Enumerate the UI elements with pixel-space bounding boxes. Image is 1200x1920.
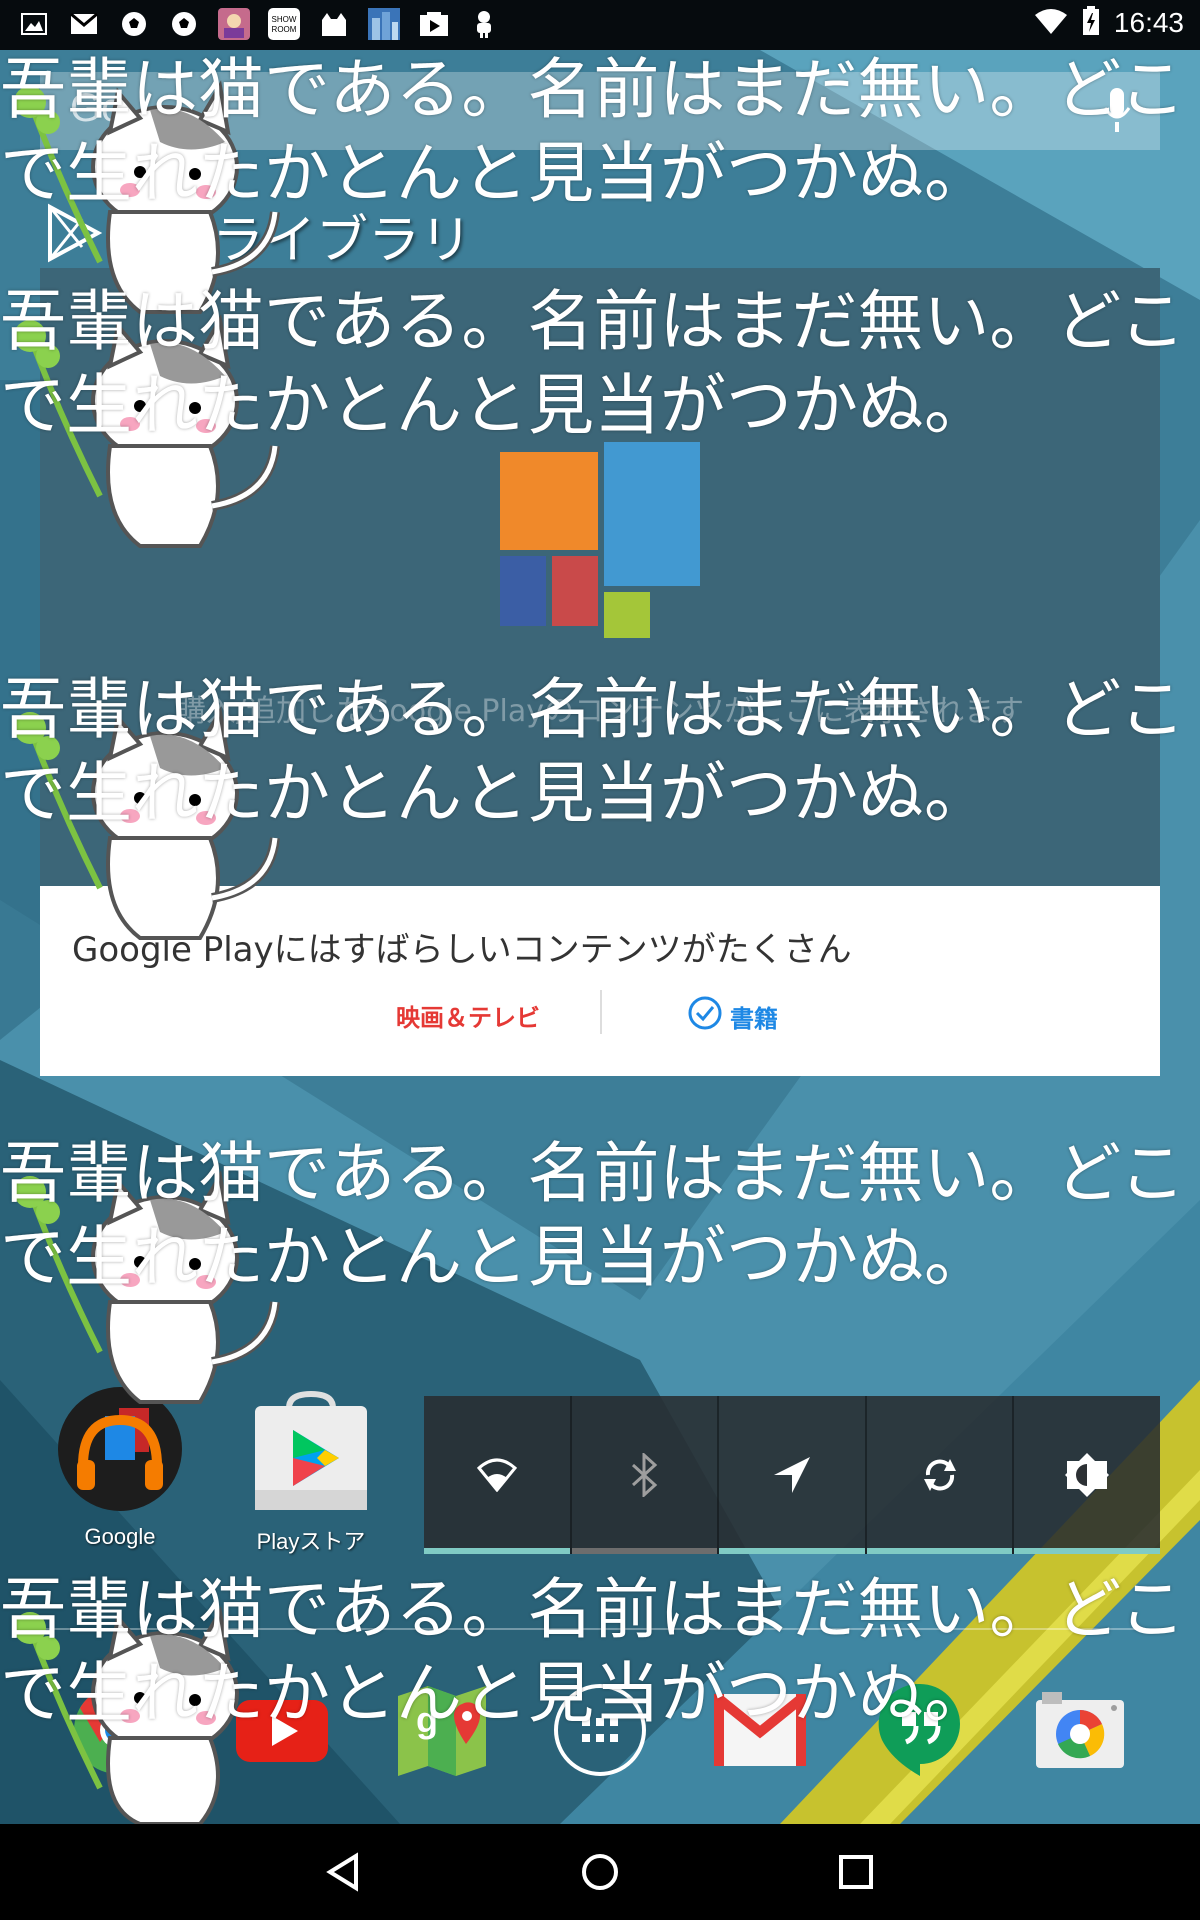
location-toggle[interactable] [719,1396,867,1554]
showroom-icon: SHOW ROOM [268,8,300,40]
photo-icon [368,8,400,40]
toggle-indicator [424,1548,570,1554]
toggle-indicator [1014,1548,1160,1554]
app-play-store[interactable]: Playストア [236,1390,386,1556]
app-label: Google [84,1524,156,1549]
bluetooth-icon [632,1453,658,1497]
sync-toggle[interactable] [866,1396,1015,1554]
showroom-text-2: ROOM [272,25,297,34]
movies-tv-button[interactable]: 映画＆テレビ [396,998,540,1033]
brightness-icon [1065,1453,1110,1497]
books-button[interactable]: 書籍 [688,996,778,1036]
books-label: 書籍 [730,1004,778,1033]
gmail-icon [68,8,100,40]
wifi-icon [476,1458,517,1492]
location-icon [773,1457,810,1493]
showroom-text-1: SHOW [272,15,297,24]
recents-icon [839,1855,873,1889]
system-status: 16:43 [1034,6,1184,40]
back-icon [326,1852,358,1892]
navigation-bar [0,1824,1200,1920]
status-bar: SHOW ROOM 16:43 [0,0,1200,50]
gallery-icon [18,8,50,40]
home-icon [582,1854,618,1890]
sync-icon [923,1459,956,1491]
youtube-icon [418,8,450,40]
app-label: Playストア [256,1529,366,1554]
toggle-indicator [571,1548,718,1554]
toggle-indicator [719,1548,865,1554]
check-circle-icon [688,996,722,1036]
back-button[interactable] [314,1846,374,1898]
wifi-toggle[interactable] [424,1396,572,1554]
soccer-icon [168,8,200,40]
wifi-signal-icon [1034,7,1068,39]
bluetooth-toggle[interactable] [571,1396,720,1554]
cat-app-icon [318,8,350,40]
overlay-text: 吾輩は猫である。名前はまだ無い。どこで生れたかとんと見当がつかぬ。 [0,671,1186,832]
toggle-indicator [866,1548,1013,1554]
game-icon [218,8,250,40]
battery-charging-icon [1082,6,1100,40]
clock: 16:43 [1113,7,1184,38]
home-button[interactable] [570,1846,630,1898]
footer-divider [600,990,602,1034]
brightness-toggle[interactable] [1014,1396,1160,1554]
android-icon [468,8,500,40]
soccer-icon [118,8,150,40]
overlay-text: 吾輩は猫である。名前はまだ無い。どこで生れたかとんと見当がつかぬ。 [0,51,1186,212]
overlay-text: 吾輩は猫である。名前はまだ無い。どこで生れたかとんと見当がつかぬ。 [0,1571,1186,1732]
play-library-logo-icon [500,442,700,638]
notification-icons: SHOW ROOM [18,8,500,40]
overlay-text: 吾輩は猫である。名前はまだ無い。どこで生れたかとんと見当がつかぬ。 [0,1135,1186,1296]
power-control-widget [424,1396,1160,1554]
recents-button[interactable] [826,1846,886,1898]
overlay-text: 吾輩は猫である。名前はまだ無い。どこで生れたかとんと見当がつかぬ。 [0,283,1186,444]
